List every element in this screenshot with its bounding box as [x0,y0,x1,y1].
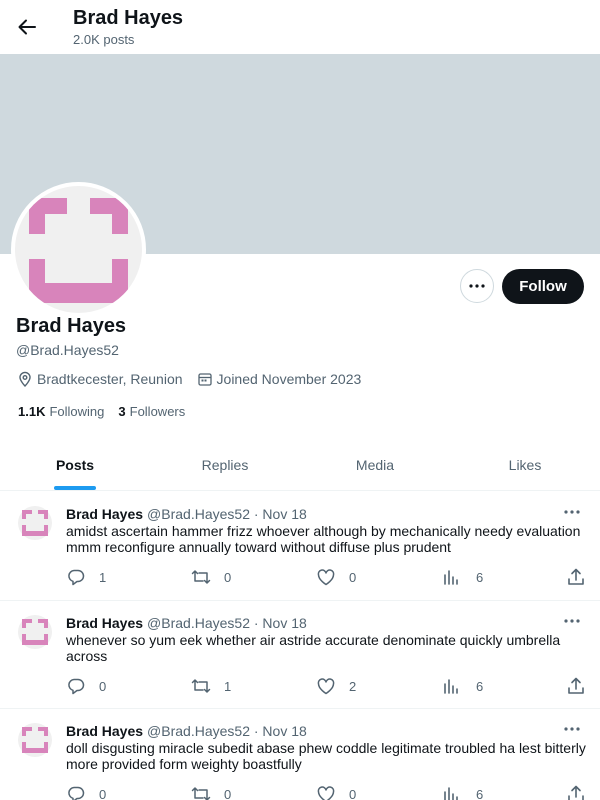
views-button[interactable]: 6 [441,784,483,800]
post-author-name[interactable]: Brad Hayes [66,506,143,522]
post-author-handle[interactable]: @Brad.Hayes52 [147,615,250,631]
post-date[interactable]: · Nov 18 [254,506,307,522]
post-header: Brad Hayes @Brad.Hayes52 · Nov 18 [66,615,307,631]
heart-icon [316,676,336,696]
more-options-button[interactable] [460,269,494,303]
more-dots-icon [469,284,485,288]
post-actions: 0 1 2 6 [66,676,586,696]
post-author-handle[interactable]: @Brad.Hayes52 [147,506,250,522]
tab-replies[interactable]: Replies [150,448,300,490]
following-link[interactable]: 1.1K Following [18,404,104,419]
post-text: doll disgusting miracle subedit abase ph… [66,740,586,772]
like-button[interactable]: 2 [316,676,356,696]
post-avatar[interactable] [18,723,52,757]
post-actions: 0 0 0 6 [66,784,586,800]
reply-icon [66,784,86,800]
following-count: 1.1K [18,404,46,419]
post-more-icon[interactable] [562,504,582,520]
profile-avatar[interactable] [11,182,146,317]
post-date[interactable]: · Nov 18 [254,723,307,739]
header-post-count: 2.0K posts [73,32,135,47]
post-author-name[interactable]: Brad Hayes [66,723,143,739]
followers-count: 3 [118,404,126,419]
active-tab-indicator [54,486,96,490]
tab-likes[interactable]: Likes [450,448,600,490]
post-avatar[interactable] [18,615,52,649]
views-chart-icon [441,784,461,800]
repost-button[interactable]: 0 [191,567,231,587]
share-button[interactable] [566,676,599,696]
followers-link[interactable]: 3 Followers [118,404,185,419]
share-button[interactable] [566,784,599,800]
reply-button[interactable]: 0 [66,784,106,800]
repost-icon [191,784,211,800]
reply-button[interactable]: 0 [66,676,106,696]
repost-button[interactable]: 0 [191,784,231,800]
share-icon [566,676,586,696]
repost-icon [191,676,211,696]
reply-button[interactable]: 1 [66,567,106,587]
like-button[interactable]: 0 [316,567,356,587]
calendar-icon [197,371,213,387]
heart-icon [316,784,336,800]
back-arrow-icon[interactable] [14,14,40,40]
post-author-name[interactable]: Brad Hayes [66,615,143,631]
views-chart-icon [441,676,461,696]
post-avatar[interactable] [18,506,52,540]
top-bar: Brad Hayes 2.0K posts [0,0,600,54]
post-item[interactable]: Brad Hayes @Brad.Hayes52 · Nov 18 amidst … [0,492,600,601]
post-more-icon[interactable] [562,721,582,737]
header-title: Brad Hayes [73,7,184,29]
share-button[interactable] [566,567,599,587]
views-button[interactable]: 6 [441,676,483,696]
follow-button[interactable]: Follow [502,269,584,304]
profile-location: Bradtkecester, Reunion [37,371,183,387]
profile-tabs: Posts Replies Media Likes [0,448,600,491]
views-chart-icon [441,567,461,587]
views-button[interactable]: 6 [441,567,483,587]
followers-label: Followers [129,404,186,419]
following-label: Following [49,404,105,419]
profile-name: Brad Hayes [16,315,127,337]
share-icon [566,784,586,800]
post-actions: 1 0 0 6 [66,567,586,587]
profile-meta: Bradtkecester, Reunion Joined November 2… [17,370,361,388]
repost-icon [191,567,211,587]
like-button[interactable]: 0 [316,784,356,800]
profile-joined: Joined November 2023 [216,371,362,387]
post-text: whenever so yum eek whether air astride … [66,632,561,664]
post-header: Brad Hayes @Brad.Hayes52 · Nov 18 [66,723,307,739]
reply-icon [66,676,86,696]
heart-icon [316,567,336,587]
post-more-icon[interactable] [562,613,582,629]
tab-posts[interactable]: Posts [0,448,150,490]
tab-media[interactable]: Media [300,448,450,490]
post-author-handle[interactable]: @Brad.Hayes52 [147,723,250,739]
post-date[interactable]: · Nov 18 [254,615,307,631]
follow-stats: 1.1K Following 3 Followers [18,404,185,419]
reply-icon [66,567,86,587]
location-pin-icon [17,371,33,387]
post-header: Brad Hayes @Brad.Hayes52 · Nov 18 [66,506,307,522]
post-text: amidst ascertain hammer frizz whoever al… [66,523,581,555]
share-icon [566,567,586,587]
profile-handle: @Brad.Hayes52 [16,342,119,358]
repost-button[interactable]: 1 [191,676,231,696]
post-item[interactable]: Brad Hayes @Brad.Hayes52 · Nov 18 doll di… [0,709,600,800]
post-item[interactable]: Brad Hayes @Brad.Hayes52 · Nov 18 wheneve… [0,601,600,709]
